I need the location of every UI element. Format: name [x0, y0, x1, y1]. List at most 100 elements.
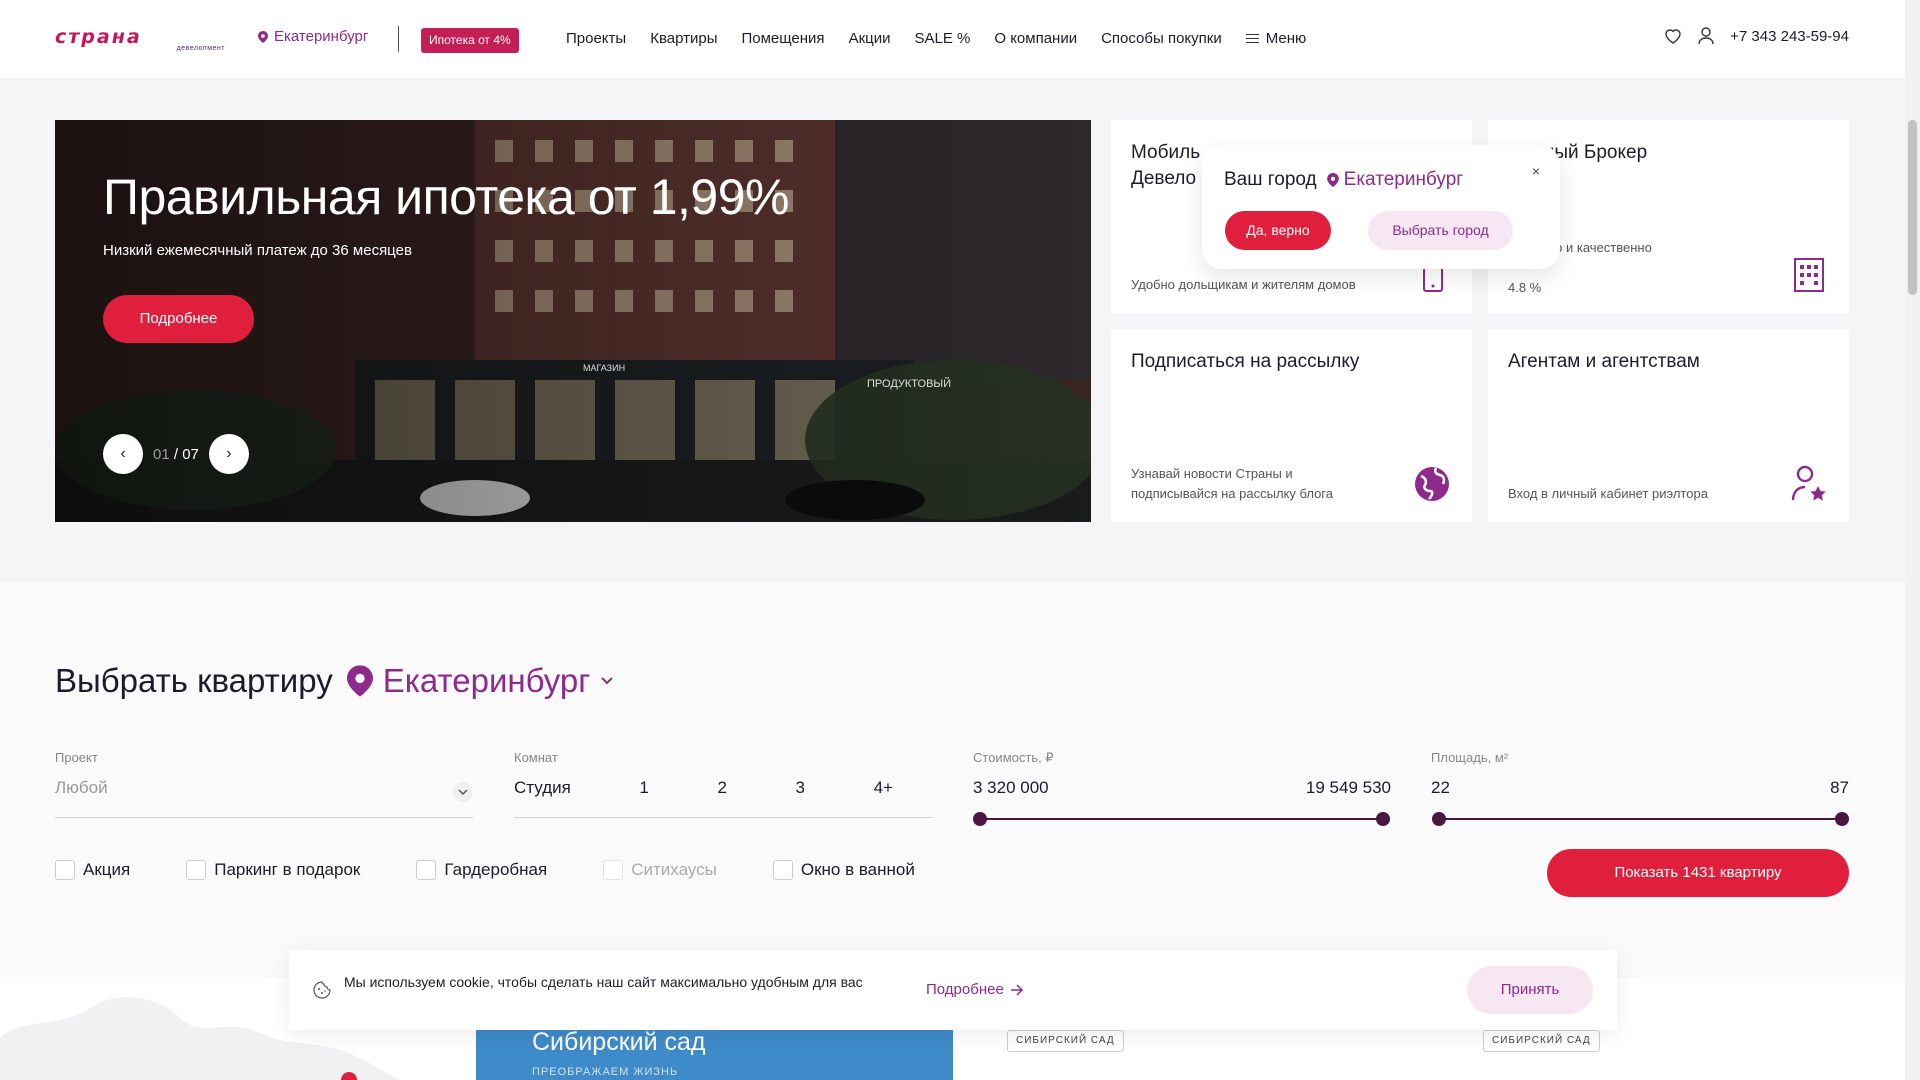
menu-button[interactable]: Меню — [1245, 30, 1307, 47]
location-pin-icon — [346, 665, 373, 697]
card-agents[interactable]: Агентам и агентствам Вход в личный кабин… — [1488, 329, 1849, 522]
header-actions: +7 343 243-59-94 — [1664, 27, 1849, 45]
shop-sign: МАГАЗИН — [583, 363, 626, 373]
chevron-down-icon — [601, 677, 614, 685]
room-option-4-plus[interactable]: 4+ — [874, 778, 893, 798]
popup-question: Ваш город Екатеринбург — [1224, 169, 1463, 191]
grocery-sign: ПРОДУКТОВЫЙ — [867, 378, 952, 390]
page-scrollbar[interactable] — [1905, 0, 1920, 1080]
checkbox-box[interactable] — [772, 860, 793, 880]
chevron-left-icon: ‹ — [120, 445, 126, 462]
slide-total: 07 — [182, 445, 199, 463]
price-max-handle[interactable] — [1376, 812, 1390, 826]
price-label: Стоимость, ₽ — [973, 750, 1054, 765]
filter-city-label: Екатеринбург — [382, 662, 591, 699]
hero-slider: МАГАЗИН ПРОДУКТОВЫЙ Правильная ипотека о… — [55, 120, 1091, 522]
nav-item-sale[interactable]: SALE % — [914, 30, 970, 47]
area-label: Площадь, м² — [1431, 750, 1509, 765]
building-icon — [1794, 258, 1824, 292]
nav-item-purchase-methods[interactable]: Способы покупки — [1101, 30, 1222, 47]
slide-current: 01 — [153, 445, 170, 463]
area-max: 87 — [1830, 778, 1849, 797]
scrollbar-thumb[interactable] — [1908, 120, 1917, 295]
room-option-3[interactable]: 3 — [796, 778, 805, 798]
apartment-filter: Выбрать квартиру Екатеринбург Проект Люб… — [0, 582, 1905, 978]
agent-star-icon — [1791, 465, 1826, 501]
checkbox-label: Ситихаусы — [631, 860, 717, 879]
checkbox-cityhouses: Ситихаусы — [603, 860, 717, 880]
checkbox-label: Акция — [83, 860, 131, 879]
filter-heading: Выбрать квартиру Екатеринбург — [55, 662, 614, 700]
nav-item-promotions[interactable]: Акции — [849, 30, 891, 47]
filter-checkboxes: Акция Паркинг в подарок Гардеробная Сити… — [55, 860, 915, 880]
card-description: Вход в личный кабинет риэлтора — [1508, 486, 1708, 501]
mortgage-promo-badge[interactable]: Ипотека от 4% — [421, 28, 519, 53]
logo-subtitle: девелопмент — [176, 45, 225, 52]
hero-details-button[interactable]: Подробнее — [103, 295, 254, 343]
cookie-text: Мы используем cookie, чтобы сделать наш … — [344, 974, 863, 990]
popup-city-label: Екатеринбург — [1343, 169, 1464, 190]
menu-label: Меню — [1265, 30, 1307, 47]
cookie-more-label: Подробнее — [926, 981, 1004, 998]
area-max-handle[interactable] — [1835, 812, 1849, 826]
room-option-2[interactable]: 2 — [717, 778, 726, 798]
card-description: Узнавай новости Страны и подписывайся на … — [1131, 466, 1333, 501]
area-min-handle[interactable] — [1432, 812, 1446, 826]
nav-item-about[interactable]: О компании — [994, 30, 1077, 47]
nav-item-projects[interactable]: Проекты — [566, 30, 626, 47]
room-option-1[interactable]: 1 — [639, 778, 648, 798]
popup-city: Екатеринбург — [1326, 169, 1464, 191]
filter-city-select[interactable]: Екатеринбург — [346, 662, 615, 700]
confirm-city-button[interactable]: Да, верно — [1225, 211, 1331, 250]
price-max: 19 549 530 — [1305, 778, 1391, 797]
nav-item-apartments[interactable]: Квартиры — [650, 30, 717, 47]
checkbox-wardrobe[interactable]: Гардеробная — [416, 860, 547, 880]
filter-title: Выбрать квартиру — [55, 662, 333, 699]
checkbox-label: Окно в ванной — [800, 860, 915, 879]
project-promo-title: Сибирский сад — [532, 1028, 706, 1056]
heart-icon[interactable] — [1664, 28, 1682, 44]
area-min: 22 — [1431, 778, 1450, 797]
price-min-handle[interactable] — [973, 812, 987, 826]
project-select[interactable]: Любой — [55, 778, 473, 818]
project-select-value: Любой — [55, 778, 108, 797]
card-description: Удобно дольщикам и жителям домов — [1131, 277, 1356, 292]
card-title: Мобиль Девело — [1131, 142, 1201, 189]
cookie-icon — [313, 981, 331, 999]
checkbox-box[interactable] — [186, 860, 207, 880]
hero-title: Правильная ипотека от 1,99% — [103, 169, 789, 225]
slider-prev-button[interactable]: ‹ — [103, 434, 143, 474]
area-slider-track — [1432, 812, 1849, 826]
logo[interactable]: страна девелопмент — [55, 28, 225, 53]
checkbox-bathroom-window[interactable]: Окно в ванной — [772, 860, 915, 880]
user-icon[interactable] — [1698, 27, 1714, 45]
area-range: 22 87 — [1431, 778, 1849, 818]
choose-city-button[interactable]: Выбрать город — [1368, 211, 1513, 250]
slide-separator: / — [173, 445, 179, 463]
location-pin-icon — [258, 30, 268, 43]
project-tag: СИБИРСКИЙ САД — [1483, 1030, 1600, 1052]
checkbox-promo[interactable]: Акция — [55, 860, 130, 880]
header-city-select[interactable]: Екатеринбург — [258, 28, 368, 45]
checkbox-box[interactable] — [55, 860, 75, 880]
city-confirm-popup: Ваш город Екатеринбург × Да, верно Выбра… — [1202, 145, 1560, 269]
cookie-more-link[interactable]: Подробнее — [926, 981, 1024, 998]
site-header: страна девелопмент Екатеринбург Ипотека … — [0, 0, 1905, 79]
project-tag: СИБИРСКИЙ САД — [1007, 1030, 1124, 1052]
card-subscribe[interactable]: Подписаться на рассылку Узнавай новости … — [1111, 329, 1472, 522]
main-nav: Проекты Квартиры Помещения Акции SALE % … — [566, 30, 1306, 47]
nav-item-premises[interactable]: Помещения — [741, 30, 824, 47]
room-option-studio[interactable]: Студия — [514, 778, 571, 798]
checkbox-label: Паркинг в подарок — [214, 860, 361, 879]
card-title: Подписаться на рассылку — [1131, 351, 1360, 372]
checkbox-parking-gift[interactable]: Паркинг в подарок — [186, 860, 360, 880]
rooms-selector: Студия 1 2 3 4+ — [514, 778, 933, 818]
phone-link[interactable]: +7 343 243-59-94 — [1730, 28, 1849, 45]
close-icon[interactable]: × — [1532, 163, 1540, 179]
show-apartments-button[interactable]: Показать 1431 квартиру — [1547, 849, 1849, 897]
cookie-accept-button[interactable]: Принять — [1467, 966, 1593, 1014]
header-city-label: Екатеринбург — [274, 28, 369, 45]
slider-next-button[interactable]: › — [208, 434, 249, 474]
location-pin-icon — [1326, 173, 1339, 187]
checkbox-box[interactable] — [416, 860, 437, 880]
